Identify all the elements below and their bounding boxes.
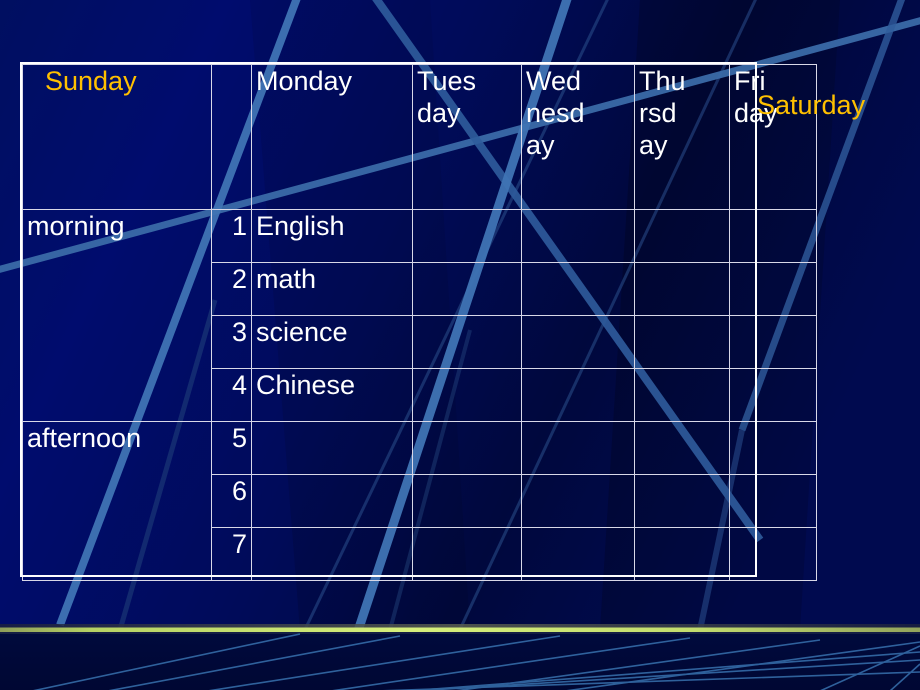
row-number[interactable]: 1 — [211, 209, 252, 263]
cell-thursday-3[interactable] — [634, 315, 730, 369]
header-cell-sunday[interactable]: Sunday — [22, 64, 212, 210]
table-row: afternoon 5 — [22, 421, 817, 581]
period-group-label-afternoon[interactable]: afternoon — [22, 421, 212, 581]
wednesday-label-line-2: nesd — [526, 98, 585, 129]
cell-monday-5[interactable] — [251, 421, 413, 475]
cell-tuesday-7[interactable] — [412, 527, 522, 581]
cell-friday-7[interactable] — [729, 527, 817, 581]
cell-thursday-7[interactable] — [634, 527, 730, 581]
saturday-label: Saturday — [757, 90, 866, 120]
cell-friday-3[interactable] — [729, 315, 817, 369]
timetable-container: Sunday Monday Tues day Wed nesd ay Thu r… — [20, 62, 817, 581]
cell-monday-3[interactable]: science — [251, 315, 413, 369]
row-number[interactable]: 4 — [211, 368, 252, 422]
cell-wednesday-4[interactable] — [521, 368, 635, 422]
cell-tuesday-4[interactable] — [412, 368, 522, 422]
table-header-row: Sunday Monday Tues day Wed nesd ay Thu r… — [22, 64, 817, 210]
cell-tuesday-6[interactable] — [412, 474, 522, 528]
cell-monday-4[interactable]: Chinese — [251, 368, 413, 422]
header-cell-wednesday[interactable]: Wed nesd ay — [521, 64, 635, 210]
cell-monday-2[interactable]: math — [251, 262, 413, 316]
row-number[interactable]: 3 — [211, 315, 252, 369]
header-cell-friday[interactable]: Fri day — [729, 64, 817, 210]
cell-friday-2[interactable] — [729, 262, 817, 316]
cell-tuesday-2[interactable] — [412, 262, 522, 316]
cell-wednesday-1[interactable] — [521, 209, 635, 263]
header-cell-monday[interactable]: Monday — [251, 64, 413, 210]
cell-friday-6[interactable] — [729, 474, 817, 528]
cell-tuesday-3[interactable] — [412, 315, 522, 369]
cell-wednesday-6[interactable] — [521, 474, 635, 528]
cell-thursday-1[interactable] — [634, 209, 730, 263]
cell-wednesday-2[interactable] — [521, 262, 635, 316]
header-cell-thursday[interactable]: Thu rsd ay — [634, 64, 730, 210]
tuesday-label-line-2: day — [417, 98, 461, 129]
presentation-slide: Sunday Monday Tues day Wed nesd ay Thu r… — [0, 0, 920, 690]
row-number[interactable]: 2 — [211, 262, 252, 316]
cell-friday-1[interactable] — [729, 209, 817, 263]
cell-monday-1[interactable]: English — [251, 209, 413, 263]
row-number[interactable]: 7 — [211, 527, 252, 581]
row-number[interactable]: 6 — [211, 474, 252, 528]
timetable: Sunday Monday Tues day Wed nesd ay Thu r… — [22, 64, 817, 581]
cell-wednesday-7[interactable] — [521, 527, 635, 581]
cell-friday-5[interactable] — [729, 421, 817, 475]
table-row: morning 1 English — [22, 209, 817, 422]
monday-label-line-1: Monday — [256, 66, 353, 96]
header-cell-tuesday[interactable]: Tues day — [412, 64, 522, 210]
cell-thursday-4[interactable] — [634, 368, 730, 422]
sunday-label: Sunday — [45, 66, 137, 96]
cell-monday-7[interactable] — [251, 527, 413, 581]
cell-wednesday-3[interactable] — [521, 315, 635, 369]
thursday-label-line-3: ay — [639, 130, 668, 161]
thursday-label-line-1: Thu — [639, 66, 686, 96]
row-number[interactable]: 5 — [211, 421, 252, 475]
wednesday-label-line-3: ay — [526, 130, 555, 161]
cell-thursday-2[interactable] — [634, 262, 730, 316]
cell-monday-6[interactable] — [251, 474, 413, 528]
cell-thursday-5[interactable] — [634, 421, 730, 475]
cell-tuesday-5[interactable] — [412, 421, 522, 475]
cell-friday-4[interactable] — [729, 368, 817, 422]
cell-thursday-6[interactable] — [634, 474, 730, 528]
tuesday-label-line-1: Tues — [417, 66, 477, 96]
period-group-label-morning[interactable]: morning — [22, 209, 212, 422]
header-cell-period-number[interactable] — [211, 64, 252, 210]
wednesday-label-line-1: Wed — [526, 66, 582, 96]
cell-tuesday-1[interactable] — [412, 209, 522, 263]
thursday-label-line-2: rsd — [639, 98, 677, 129]
cell-wednesday-5[interactable] — [521, 421, 635, 475]
